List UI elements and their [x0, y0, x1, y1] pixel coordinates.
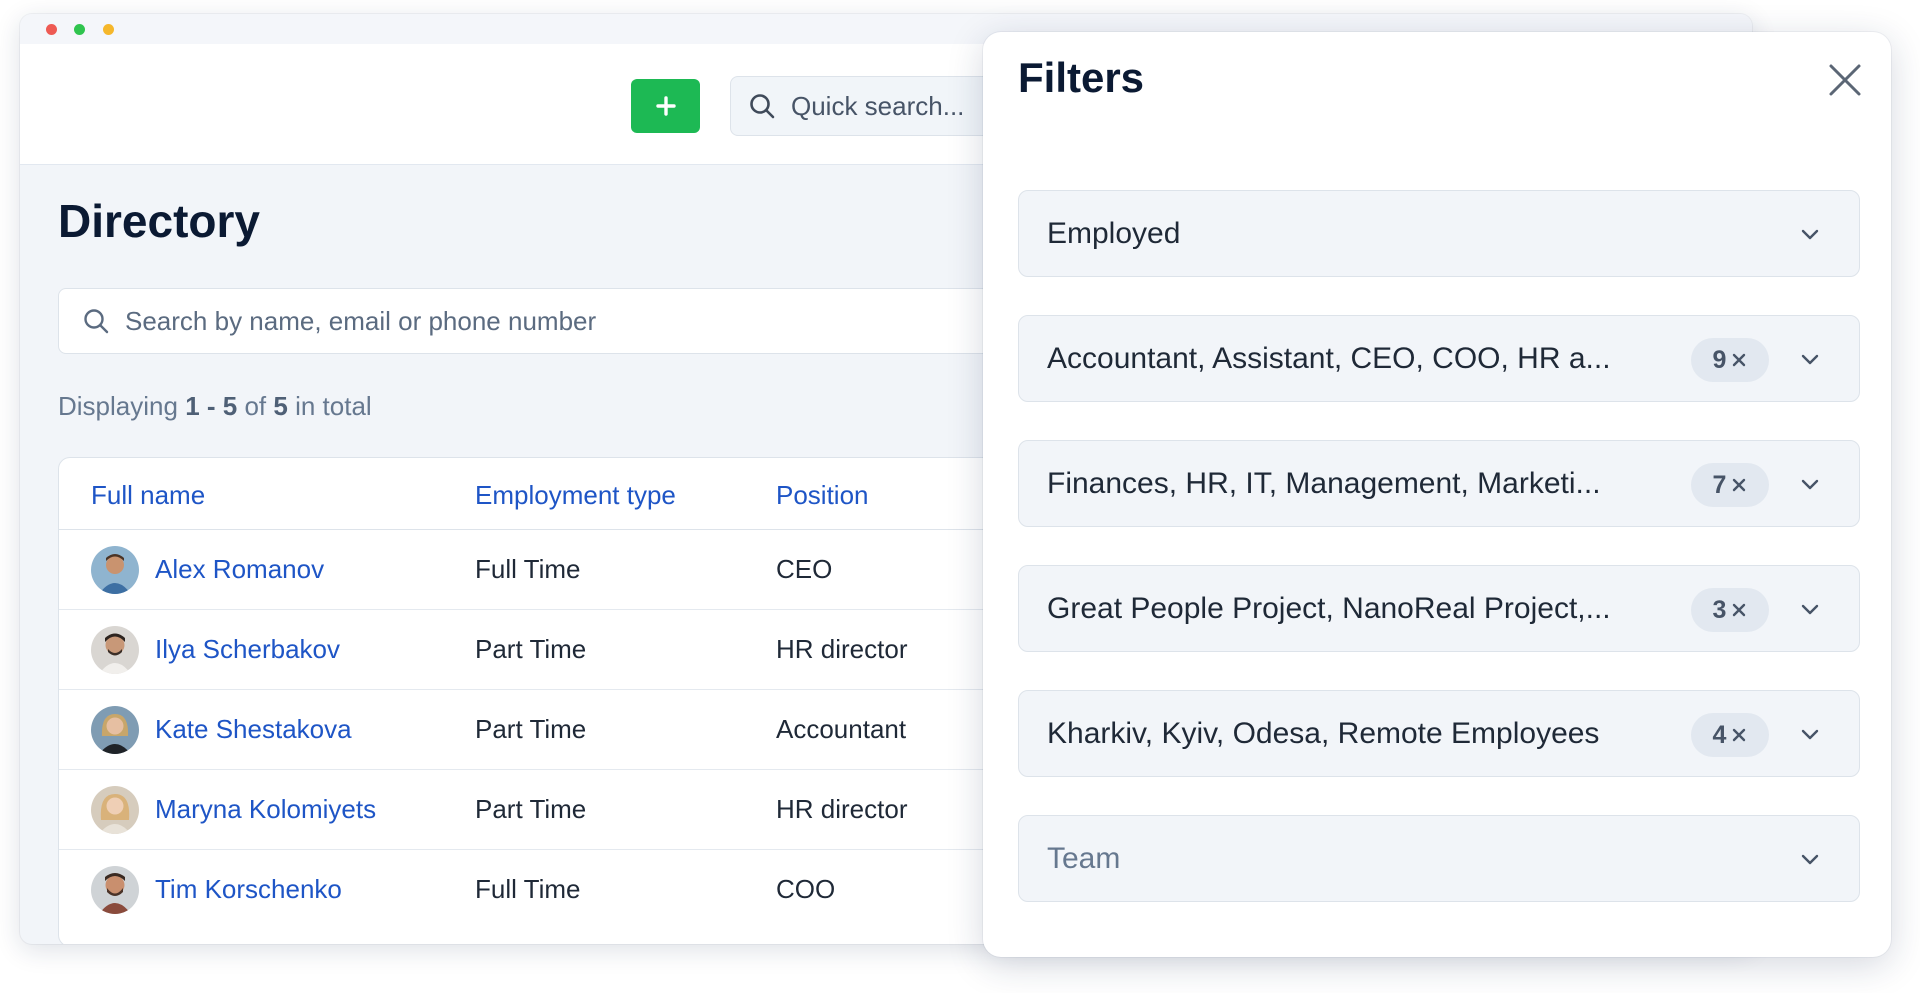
employee-name-link[interactable]: Maryna Kolomiyets [155, 794, 376, 825]
filters-panel: Filters Employed Accountant, Assistant, … [983, 32, 1891, 957]
selected-count: 3 [1712, 595, 1727, 624]
location-filter[interactable]: Kharkiv, Kyiv, Odesa, Remote Employees 4 [1018, 690, 1860, 777]
chevron-down-icon [1801, 354, 1819, 365]
employee-name-link[interactable]: Tim Korschenko [155, 874, 342, 905]
selected-count: 7 [1712, 470, 1727, 499]
page-title: Directory [58, 195, 260, 247]
employment-type-cell: Part Time [475, 634, 587, 664]
column-header-employment-type[interactable]: Employment type [475, 480, 676, 511]
results-total: 5 [273, 391, 288, 421]
filter-value: Kharkiv, Kyiv, Odesa, Remote Employees [1047, 717, 1600, 750]
close-icon [1829, 64, 1861, 96]
selected-count-chip[interactable]: 3 [1691, 588, 1769, 632]
window-maximize-dot[interactable] [74, 24, 85, 35]
chevron-down-icon [1801, 729, 1819, 740]
employment-type-cell: Part Time [475, 714, 587, 744]
chevron-down-icon [1801, 854, 1819, 865]
chevron-down-icon [1801, 479, 1819, 490]
selected-count: 9 [1712, 345, 1727, 374]
clear-icon[interactable] [1731, 727, 1747, 743]
filters-title: Filters [1018, 54, 1145, 101]
department-filter[interactable]: Finances, HR, IT, Management, Marketi...… [1018, 440, 1860, 527]
filter-placeholder: Team [1047, 842, 1121, 875]
column-header-full-name[interactable]: Full name [91, 480, 205, 511]
window-minimize-dot[interactable] [103, 24, 114, 35]
employee-name-link[interactable]: Ilya Scherbakov [155, 634, 340, 665]
selected-count: 4 [1712, 720, 1727, 749]
avatar[interactable] [91, 786, 139, 834]
employment-type-cell: Part Time [475, 794, 587, 824]
position-cell: HR director [776, 794, 908, 824]
results-of: of [244, 391, 267, 421]
results-range: 1 - 5 [185, 391, 238, 421]
window-close-dot[interactable] [46, 24, 57, 35]
project-filter[interactable]: Great People Project, NanoReal Project,.… [1018, 565, 1860, 652]
selected-count-chip[interactable]: 7 [1691, 463, 1769, 507]
clear-icon[interactable] [1731, 477, 1747, 493]
employee-name-link[interactable]: Alex Romanov [155, 554, 324, 585]
directory-search-placeholder: Search by name, email or phone number [125, 305, 597, 336]
avatar[interactable] [91, 866, 139, 914]
position-cell: Accountant [776, 714, 907, 744]
clear-icon[interactable] [1731, 602, 1747, 618]
team-filter[interactable]: Team [1018, 815, 1860, 902]
position-cell: HR director [776, 634, 908, 664]
employee-name-link[interactable]: Kate Shestakova [155, 714, 352, 745]
employment-type-cell: Full Time [475, 554, 581, 584]
filter-value: Great People Project, NanoReal Project,.… [1047, 592, 1611, 625]
position-filter[interactable]: Accountant, Assistant, CEO, COO, HR a...… [1018, 315, 1860, 402]
add-button[interactable] [631, 79, 700, 133]
search-icon [750, 94, 775, 119]
plus-icon [655, 96, 676, 116]
avatar[interactable] [91, 546, 139, 594]
employment-type-cell: Full Time [475, 874, 581, 904]
clear-icon[interactable] [1731, 352, 1747, 368]
filter-value: Employed [1047, 217, 1181, 250]
results-prefix: Displaying [58, 391, 178, 421]
chevron-down-icon [1801, 604, 1819, 615]
avatar[interactable] [91, 706, 139, 754]
filter-value: Accountant, Assistant, CEO, COO, HR a... [1047, 342, 1611, 375]
position-cell: COO [776, 874, 836, 904]
chevron-down-icon [1801, 229, 1819, 240]
employment-status-filter[interactable]: Employed [1018, 190, 1860, 277]
quick-search-placeholder: Quick search... [791, 90, 965, 121]
filter-value: Finances, HR, IT, Management, Marketi... [1047, 467, 1601, 500]
position-cell: CEO [776, 554, 833, 584]
results-summary: Displaying 1 - 5 of 5 in total [58, 391, 372, 422]
avatar[interactable] [91, 626, 139, 674]
selected-count-chip[interactable]: 9 [1691, 338, 1769, 382]
close-filters-button[interactable] [1825, 60, 1865, 100]
results-suffix: in total [295, 391, 372, 421]
search-icon [84, 309, 109, 334]
selected-count-chip[interactable]: 4 [1691, 713, 1769, 757]
column-header-position[interactable]: Position [776, 480, 869, 511]
